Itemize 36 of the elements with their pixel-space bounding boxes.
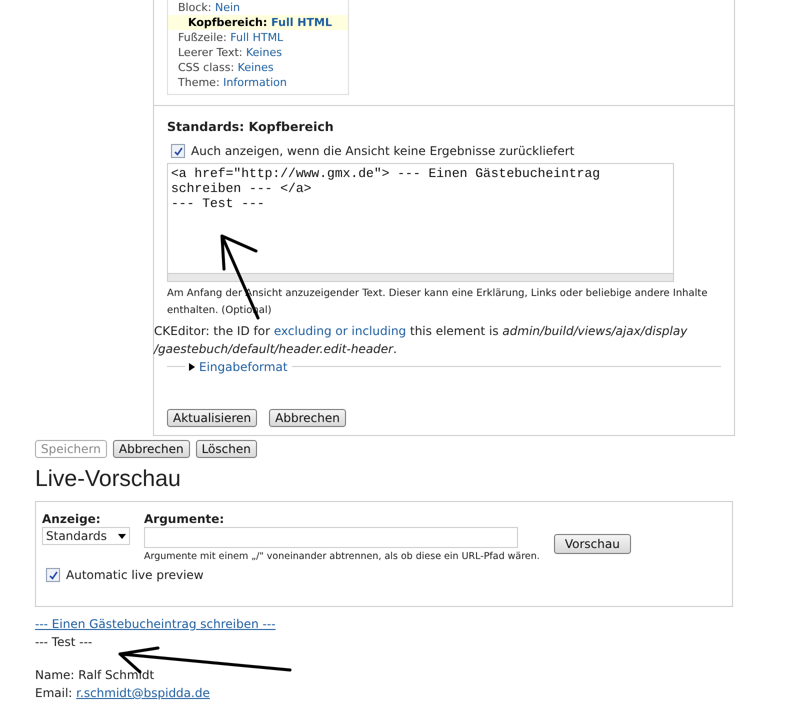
arguments-label: Argumente:: [144, 512, 226, 526]
display-label: Anzeige:: [42, 512, 102, 526]
setting-item[interactable]: Kopfbereich: Full HTML: [168, 15, 348, 30]
checkmark-icon: [174, 146, 182, 156]
resize-grip[interactable]: [167, 273, 674, 282]
checkbox-label: Auch anzeigen, wenn die Ansicht keine Ergebnisse zurückliefert: [191, 144, 574, 158]
form-button[interactable]: Aktualisieren: [167, 409, 258, 427]
email-link[interactable]: r.schmidt@bspidda.de: [76, 686, 210, 700]
format-toggle[interactable]: Eingabeformat: [189, 360, 288, 374]
email-text: Email: r.schmidt@bspidda.de: [35, 685, 210, 702]
section-title: Standards: Kopfbereich: [167, 119, 335, 134]
action-button[interactable]: Abbrechen: [112, 440, 190, 458]
ckeditor-note: CKEditor: the ID for excluding or including this element is admin/build/views/ajax/display /gaestebuch/default/header.edit-header.: [154, 323, 688, 358]
guestbook-link[interactable]: --- Einen Gästebucheintrag schreiben ---: [35, 615, 276, 633]
name-text: Name: Ralf Schmidt: [35, 667, 154, 684]
setting-item[interactable]: CSS class: Keines: [168, 60, 348, 75]
display-select[interactable]: Standards: [42, 527, 130, 545]
setting-item[interactable]: Fußzeile: Full HTML: [168, 30, 348, 45]
checkmark-icon: [48, 570, 58, 580]
setting-item[interactable]: Theme: Information: [168, 75, 348, 90]
arguments-hint: Argumente mit einem „/" voneinander abtrennen, als ob diese ein URL-Pfad wären.: [144, 551, 540, 562]
preview-title: Live-Vorschau: [35, 465, 182, 492]
form-button[interactable]: Abbrechen: [269, 409, 346, 427]
checkbox[interactable]: [46, 568, 60, 582]
excluding-link[interactable]: excluding or including: [274, 324, 406, 338]
checkbox-label: Automatic live preview: [66, 568, 204, 582]
action-button[interactable]: Löschen: [196, 440, 257, 458]
triangle-icon: [189, 363, 195, 371]
arguments-field[interactable]: [144, 527, 518, 548]
setting-item[interactable]: Leerer Text: Keines: [168, 45, 348, 60]
test-text: --- Test ---: [35, 634, 92, 651]
checkbox[interactable]: [171, 144, 185, 158]
preview-button[interactable]: Vorschau: [554, 534, 631, 554]
setting-item[interactable]: Block: Nein: [168, 0, 348, 15]
caret-icon: [118, 534, 126, 538]
header-textarea[interactable]: <a href="http://www.gmx.de"> --- Einen Gästebucheintrag schreiben --- </a> --- Test ---: [167, 163, 674, 273]
